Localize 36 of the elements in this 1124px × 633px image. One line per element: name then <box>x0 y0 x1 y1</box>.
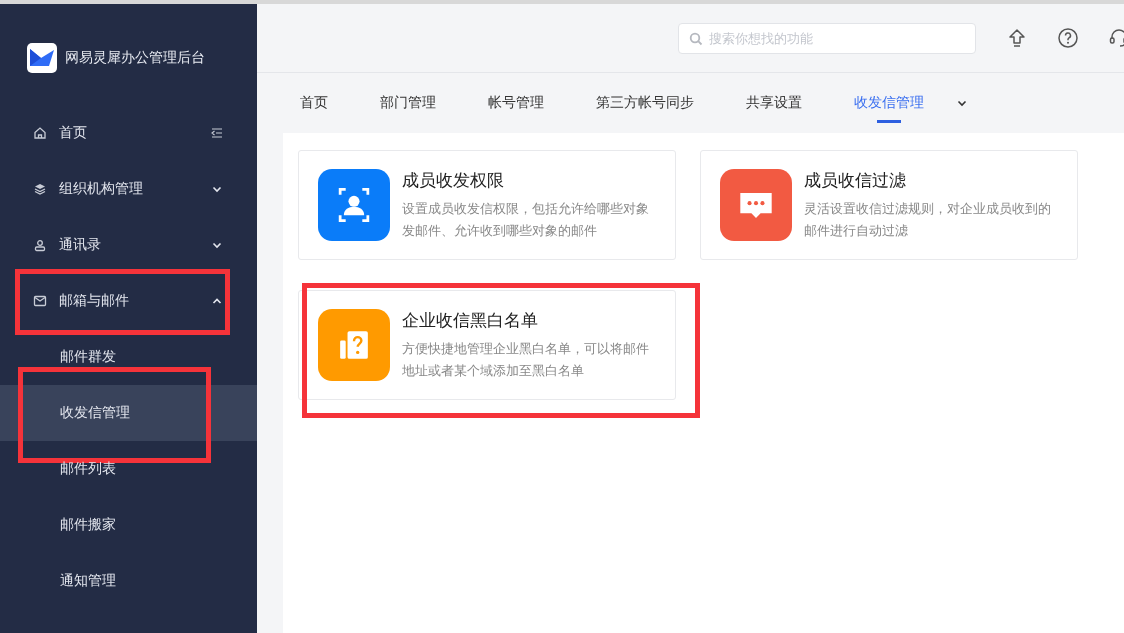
nav-tab[interactable]: 首页 <box>300 73 328 133</box>
sidebar-subitem[interactable]: 邮件群发 <box>0 329 257 385</box>
feature-card[interactable]: 成员收信过滤 灵活设置收信过滤规则，对企业成员收到的邮件进行自动过滤 <box>700 150 1078 260</box>
card-description: 灵活设置收信过滤规则，对企业成员收到的邮件进行自动过滤 <box>804 200 1052 240</box>
search-field[interactable]: 搜索你想找的功能 <box>678 22 976 54</box>
sidebar-subitem[interactable]: 邮件搬家 <box>0 497 257 553</box>
headset-icon[interactable] <box>1108 27 1124 49</box>
nav-tab[interactable]: 共享设置 <box>746 73 802 133</box>
sidebar-item[interactable]: 通讯录 <box>0 217 257 273</box>
person-icon <box>33 238 47 252</box>
home-icon <box>33 126 47 140</box>
help-icon[interactable] <box>1057 27 1079 49</box>
nav-tab[interactable]: 收发信管理 <box>854 73 924 133</box>
search-icon <box>689 31 703 46</box>
sidebar-item[interactable]: 首页 <box>0 105 257 161</box>
mail-icon <box>33 294 47 308</box>
sidebar-subitem[interactable]: 邮件列表 <box>0 441 257 497</box>
upload-icon[interactable] <box>1006 27 1028 49</box>
logo-icon <box>27 42 57 73</box>
nav-tab[interactable]: 部门管理 <box>380 73 436 133</box>
nav-tab[interactable]: 第三方帐号同步 <box>596 73 694 133</box>
feature-card[interactable]: 成员收发权限 设置成员收发信权限，包括允许给哪些对象发邮件、允许收到哪些对象的邮件 <box>298 150 676 260</box>
card-description: 方便快捷地管理企业黑白名单，可以将邮件地址或者某个域添加至黑白名单 <box>402 340 650 380</box>
sidebar-subitem[interactable]: 通知管理 <box>0 553 257 609</box>
card-title: 企业收信黑白名单 <box>402 309 539 332</box>
collapse-menu-icon[interactable] <box>211 127 223 139</box>
card-title: 成员收发权限 <box>402 169 505 192</box>
sidebar-subitem[interactable]: 收发信管理 <box>0 385 257 441</box>
feature-card[interactable]: 企业收信黑白名单 方便快捷地管理企业黑白名单，可以将邮件地址或者某个域添加至黑白名单 <box>298 290 676 400</box>
sidebar-item[interactable]: 邮箱与邮件 <box>0 273 257 329</box>
card-title: 成员收信过滤 <box>804 169 907 192</box>
layers-icon <box>33 182 47 196</box>
sidebar-item[interactable]: 组织机构管理 <box>0 161 257 217</box>
brand-name: 网易灵犀办公管理后台 <box>65 48 205 67</box>
card-description: 设置成员收发信权限，包括允许给哪些对象发邮件、允许收到哪些对象的邮件 <box>402 200 650 240</box>
nav-tab[interactable]: 帐号管理 <box>488 73 544 133</box>
